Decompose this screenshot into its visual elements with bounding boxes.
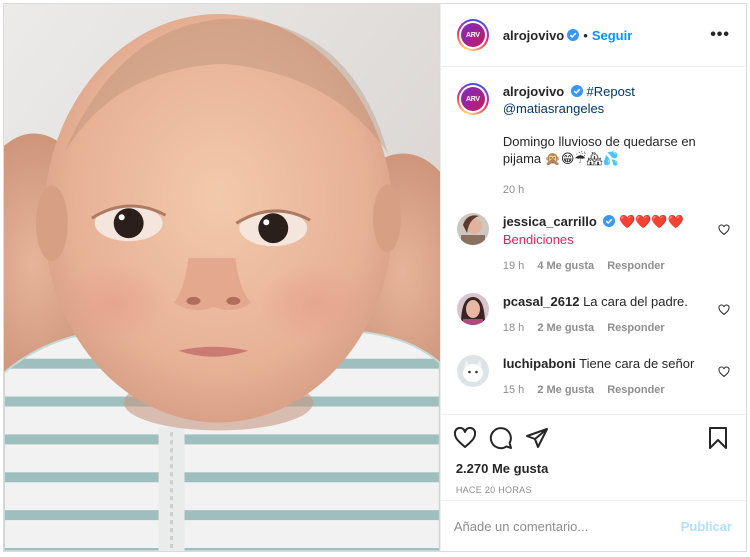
comment-username[interactable]: pcasal_2612	[503, 294, 580, 309]
comment-meta: 15 h 2 Me gusta Responder	[503, 381, 708, 399]
baby-photo-illustration	[4, 4, 440, 551]
caption-time[interactable]: 20 h	[503, 181, 730, 199]
comment-avatar[interactable]	[456, 293, 489, 325]
ellipsis-icon[interactable]: •••	[710, 26, 730, 44]
comments-list: ARV alrojovivo #Repost @matiasrangeles D…	[441, 67, 746, 414]
author-avatar[interactable]: ARV	[456, 19, 489, 51]
comment-likes[interactable]: 2 Me gusta	[537, 384, 594, 396]
comment-heart-icon[interactable]	[718, 304, 730, 316]
reply-button[interactable]: Responder	[607, 384, 664, 396]
comment-meta: 19 h 4 Me gusta Responder	[503, 257, 708, 275]
author-info: alrojovivo • Seguir	[503, 28, 632, 43]
comment-text: Tiene cara de señor	[579, 356, 695, 371]
paper-plane-icon[interactable]	[525, 426, 549, 450]
comment-body: luchipaboni Tiene cara de señor 15 h 2 M…	[503, 355, 730, 399]
caption-text: Domingo lluvioso de quedarse en pijama 🙊…	[502, 134, 696, 166]
comment-time[interactable]: 18 h	[503, 322, 524, 334]
verified-badge-icon	[567, 29, 580, 41]
author-avatar-text: ARV	[460, 23, 485, 47]
author-username[interactable]: alrojovivo	[503, 28, 564, 43]
comment-heart-icon[interactable]	[718, 224, 730, 236]
bookmark-icon[interactable]	[706, 426, 730, 450]
reply-button[interactable]: Responder	[607, 260, 664, 272]
caption-avatar-text: ARV	[460, 87, 485, 111]
comment-likes[interactable]: 2 Me gusta	[537, 322, 594, 334]
comment-body: pcasal_2612 La cara del padre. 18 h 2 Me…	[503, 293, 730, 337]
comment-row: pcasal_2612 La cara del padre. 18 h 2 Me…	[456, 293, 730, 337]
reply-button[interactable]: Responder	[607, 322, 664, 334]
follow-button[interactable]: Seguir	[592, 28, 632, 43]
post-photo[interactable]	[4, 4, 440, 551]
comment-avatar[interactable]	[456, 213, 489, 245]
verified-badge-icon	[570, 85, 583, 97]
caption-avatar[interactable]: ARV	[456, 83, 489, 115]
comment-text: La cara del padre.	[583, 294, 688, 309]
publish-button[interactable]: Publicar	[681, 519, 732, 534]
comment-row: jessica_carrillo ❤️❤️❤️❤️ Bendiciones 19…	[456, 213, 730, 275]
comment-row: luchipaboni Tiene cara de señor 15 h 2 M…	[456, 355, 730, 399]
comment-username[interactable]: luchipaboni	[503, 356, 576, 371]
comment-username[interactable]: jessica_carrillo	[503, 214, 597, 229]
avatar-photo	[456, 293, 489, 325]
verified-badge-icon	[603, 215, 616, 227]
heart-icon[interactable]	[453, 426, 477, 450]
add-comment-bar: Publicar	[440, 500, 746, 551]
caption-row: ARV alrojovivo #Repost @matiasrangeles D…	[456, 83, 730, 199]
comment-input[interactable]	[453, 518, 681, 534]
comment-time[interactable]: 19 h	[503, 260, 524, 272]
comment-avatar[interactable]	[456, 355, 489, 387]
post-timestamp[interactable]: HACE 20 HORAS	[453, 485, 730, 495]
post-header: ARV alrojovivo • Seguir •••	[440, 4, 746, 67]
caption-body: alrojovivo #Repost @matiasrangeles Domin…	[503, 83, 730, 199]
comment-likes[interactable]: 4 Me gusta	[537, 260, 594, 272]
comment-icon[interactable]	[489, 426, 513, 450]
post-actions: 2.270 Me gusta HACE 20 HORAS	[440, 414, 746, 500]
comment-meta: 18 h 2 Me gusta Responder	[503, 319, 708, 337]
header-separator: •	[583, 27, 588, 43]
action-icons	[453, 425, 730, 451]
instagram-post: ARV alrojovivo • Seguir ••• ARV alrojovi…	[3, 3, 747, 552]
caption-username[interactable]: alrojovivo	[503, 84, 564, 99]
avatar-photo	[456, 213, 489, 245]
caption-hashtag[interactable]: #Repost	[587, 84, 635, 99]
avatar-photo	[456, 355, 489, 387]
comment-body: jessica_carrillo ❤️❤️❤️❤️ Bendiciones 19…	[503, 213, 730, 275]
comment-time[interactable]: 15 h	[503, 384, 524, 396]
comment-heart-icon[interactable]	[718, 366, 730, 378]
caption-mention[interactable]: @matiasrangeles	[503, 101, 604, 116]
likes-count[interactable]: 2.270 Me gusta	[453, 461, 730, 476]
post-sidebar: ARV alrojovivo • Seguir ••• ARV alrojovi…	[439, 4, 746, 551]
